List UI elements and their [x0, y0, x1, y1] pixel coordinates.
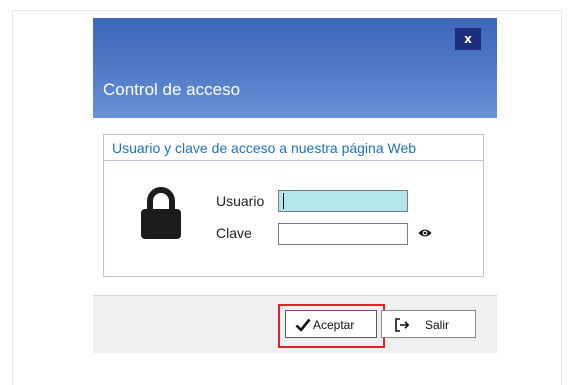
dialog-title: Control de acceso — [103, 80, 241, 99]
exit-button-label: Salir — [425, 318, 450, 332]
dialog-titlebar: x Control de acceso — [93, 18, 497, 118]
dialog-content: Usuario y clave de acceso a nuestra pági… — [93, 118, 497, 295]
user-input[interactable] — [278, 190, 408, 212]
exit-icon — [395, 318, 410, 332]
accept-button-label: Aceptar — [313, 318, 355, 332]
dialog-footer: Aceptar Salir — [93, 295, 497, 353]
eye-icon[interactable] — [418, 228, 432, 238]
exit-button[interactable]: Salir — [381, 310, 476, 338]
user-label: Usuario — [216, 193, 265, 209]
checkmark-icon — [295, 318, 311, 332]
page: x Control de acceso Usuario y clave de a… — [0, 0, 569, 385]
close-button[interactable]: x — [455, 28, 481, 50]
group-header: Usuario y clave de acceso a nuestra pági… — [104, 135, 483, 161]
frame-border-top — [12, 10, 562, 11]
frame-border-left — [12, 10, 13, 385]
group-title: Usuario y clave de acceso a nuestra pági… — [112, 140, 417, 156]
lock-icon — [141, 187, 181, 239]
text-caret — [283, 193, 284, 209]
frame-border-right — [561, 10, 562, 385]
login-dialog: x Control de acceso Usuario y clave de a… — [93, 18, 497, 353]
credentials-group: Usuario y clave de acceso a nuestra pági… — [103, 134, 484, 277]
accept-button[interactable]: Aceptar — [285, 310, 377, 338]
password-label: Clave — [216, 225, 252, 241]
password-input[interactable] — [278, 223, 408, 245]
